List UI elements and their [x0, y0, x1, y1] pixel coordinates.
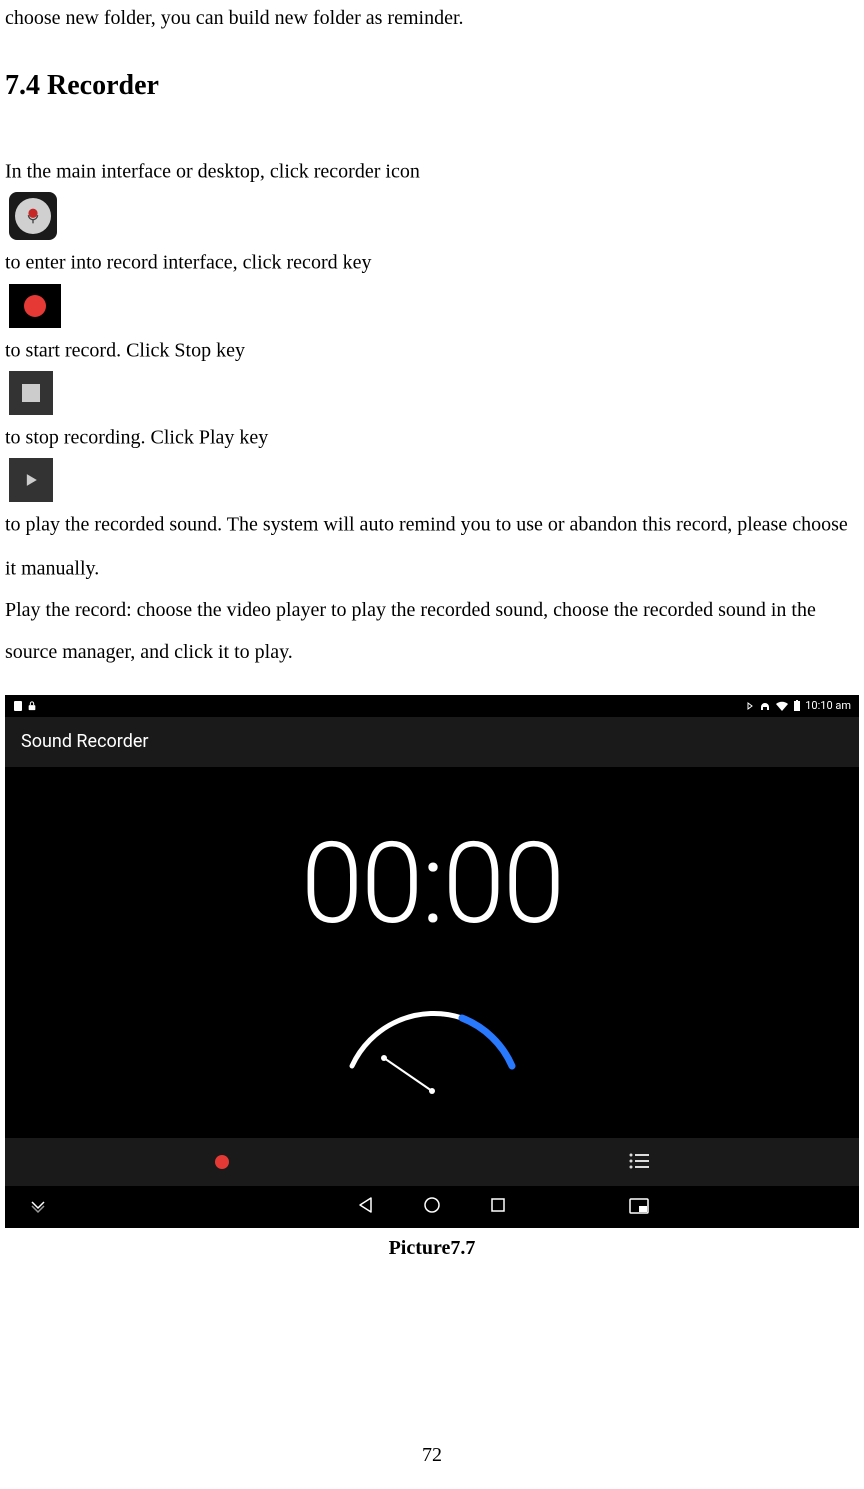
- recorder-controls-bar: [5, 1138, 859, 1186]
- para1-seg4: to stop recording. Click Play key: [5, 426, 268, 448]
- nav-home-button[interactable]: [423, 1191, 441, 1223]
- chevron-down-icon: [29, 1196, 47, 1214]
- status-left-icons: [13, 700, 37, 712]
- paragraph-2: Play the record: choose the video player…: [5, 589, 859, 673]
- para1-seg3: to start record. Click Stop key: [5, 339, 245, 361]
- android-nav-bar: [5, 1186, 859, 1228]
- play-triangle-icon: [21, 470, 41, 490]
- play-key-icon: [9, 458, 53, 502]
- para1-seg2: to enter into record interface, click re…: [5, 252, 371, 274]
- recorder-app-icon: [9, 192, 57, 240]
- nav-screenshot-button[interactable]: [629, 1191, 649, 1223]
- figure-caption: Picture7.7: [5, 1232, 859, 1264]
- stop-key-icon: [9, 371, 53, 415]
- vu-meter-icon: [322, 996, 542, 1116]
- home-circle-icon: [423, 1196, 441, 1214]
- wifi-icon: [775, 700, 789, 712]
- list-icon: [629, 1153, 649, 1169]
- recordings-list-button[interactable]: [629, 1146, 649, 1178]
- bluetooth-icon: [745, 700, 755, 712]
- recent-square-icon: [489, 1196, 507, 1214]
- nav-recent-button[interactable]: [489, 1191, 507, 1223]
- status-bar: 10:10 am: [5, 695, 859, 717]
- nav-back-button[interactable]: [357, 1191, 375, 1223]
- section-heading: 7.4 Recorder: [5, 64, 859, 109]
- status-right-icons: 10:10 am: [745, 697, 851, 715]
- intro-text: choose new folder, you can build new fol…: [5, 2, 859, 34]
- sound-recorder-screenshot: 10:10 am Sound Recorder 00:00: [5, 695, 859, 1228]
- para1-seg5: to play the recorded sound. The system w…: [5, 514, 848, 579]
- recorder-main-area: 00:00: [5, 767, 859, 1138]
- page-number: 72: [422, 1439, 442, 1471]
- mic-icon: [22, 205, 44, 227]
- vu-meter-area: [5, 974, 859, 1138]
- para1-seg1: In the main interface or desktop, click …: [5, 160, 420, 182]
- app-bar: Sound Recorder: [5, 717, 859, 767]
- app-title: Sound Recorder: [21, 728, 149, 757]
- record-button[interactable]: [215, 1155, 229, 1169]
- pip-icon: [629, 1198, 649, 1214]
- headset-icon: [759, 700, 771, 712]
- back-triangle-icon: [357, 1196, 375, 1214]
- status-time: 10:10 am: [805, 697, 851, 715]
- nav-dismiss-button[interactable]: [29, 1191, 47, 1223]
- timer-display: 00:00: [5, 795, 859, 974]
- paragraph-1: In the main interface or desktop, click …: [5, 149, 859, 589]
- lock-icon: [27, 700, 37, 712]
- record-key-icon: [9, 284, 61, 328]
- sim-icon: [13, 700, 23, 712]
- battery-icon: [793, 700, 801, 712]
